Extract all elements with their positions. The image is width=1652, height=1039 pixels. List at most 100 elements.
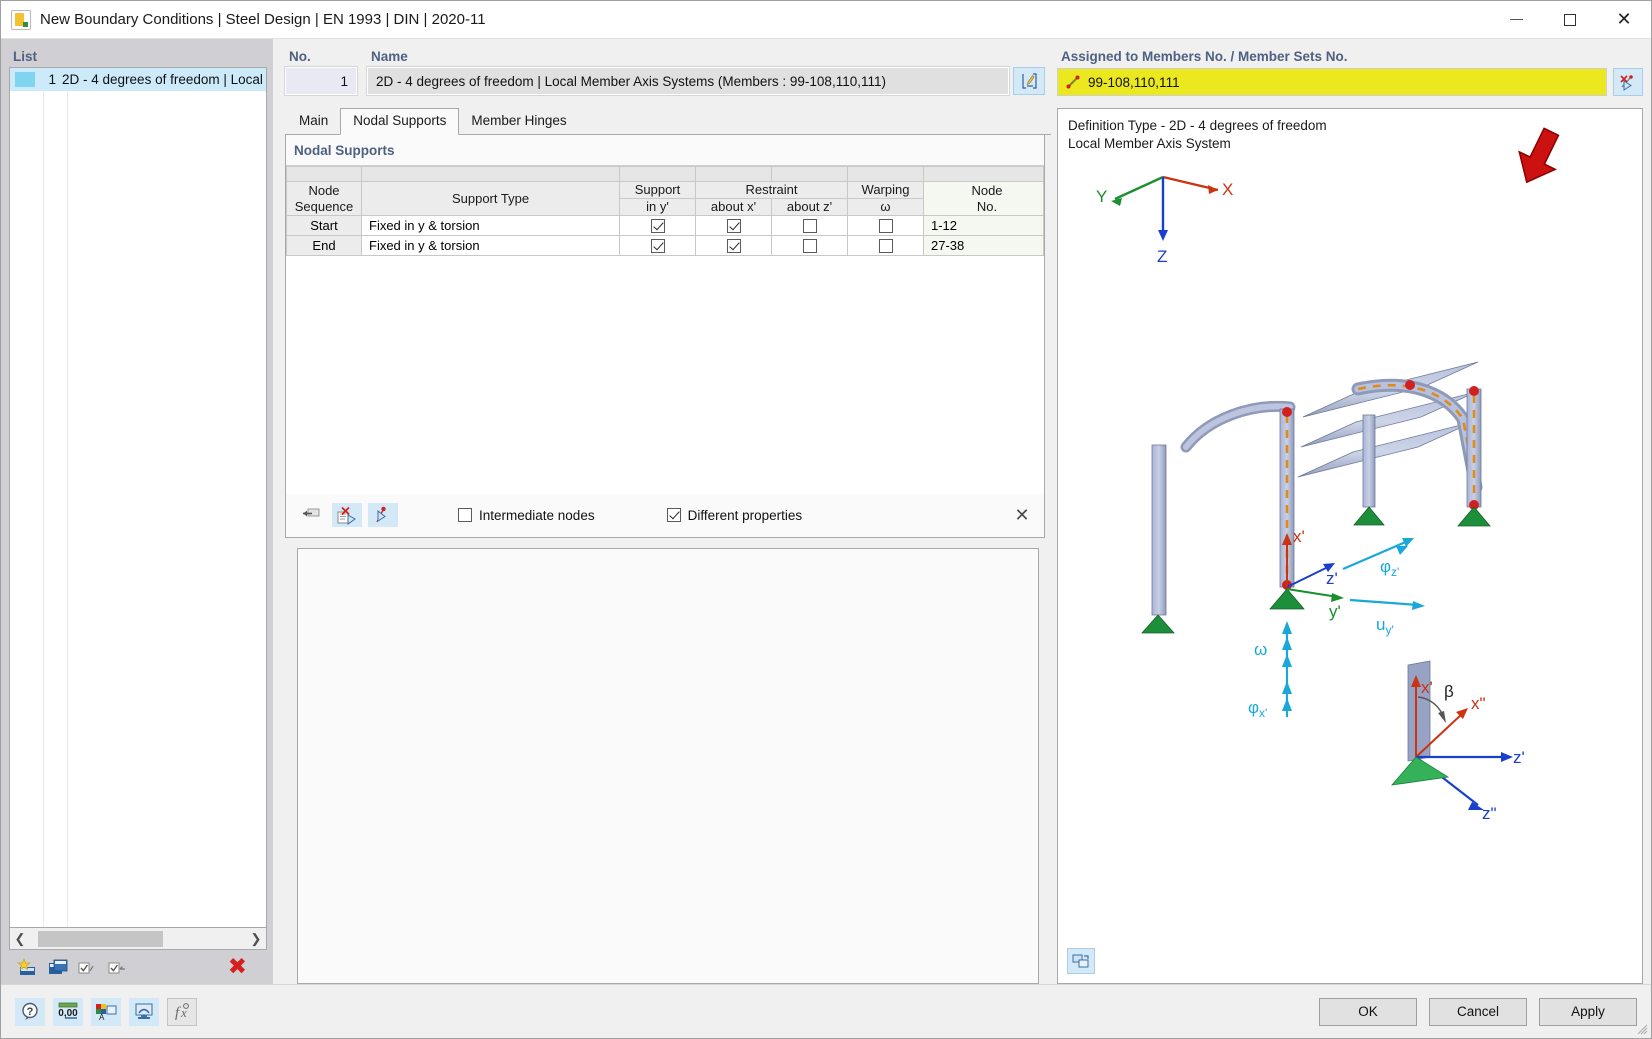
detail-label-beta: β bbox=[1444, 682, 1454, 701]
member-icon bbox=[1066, 75, 1080, 89]
new-item-icon bbox=[17, 957, 35, 975]
list-horizontal-scrollbar[interactable]: ❮ ❯ bbox=[9, 928, 267, 950]
copy-item-button[interactable] bbox=[45, 956, 71, 980]
apply-button[interactable]: Apply bbox=[1539, 997, 1637, 1026]
checkbox-restraint-about-x[interactable] bbox=[726, 239, 741, 254]
tab-member-hinges[interactable]: Member Hinges bbox=[458, 108, 579, 134]
import-row-button[interactable] bbox=[296, 503, 326, 527]
title-bar: New Boundary Conditions | Steel Design |… bbox=[1, 1, 1651, 39]
checkbox-warping[interactable] bbox=[878, 239, 893, 254]
cell-node-no[interactable]: 1-12 bbox=[923, 215, 1044, 236]
intermediate-nodes-checkbox[interactable]: Intermediate nodes bbox=[458, 508, 595, 523]
name-input[interactable]: 2D - 4 degrees of freedom | Local Member… bbox=[366, 66, 1010, 96]
footer-icon-bar: ? 0,00 A f x bbox=[15, 997, 197, 1026]
assignment-and-preview-panel: Assigned to Members No. / Member Sets No… bbox=[1051, 39, 1651, 984]
checkbox-support-in-y[interactable] bbox=[650, 239, 665, 254]
tab-main[interactable]: Main bbox=[286, 108, 341, 134]
table-row[interactable]: End Fixed in y & torsion 27-38 bbox=[286, 235, 1044, 256]
definition-type-line1: Definition Type - 2D - 4 degrees of free… bbox=[1068, 118, 1327, 133]
decimal-places-button[interactable]: 0,00 bbox=[53, 997, 83, 1026]
cell-warping[interactable] bbox=[847, 235, 924, 256]
cell-node-no[interactable]: 27-38 bbox=[923, 235, 1044, 256]
delete-assignment-button[interactable] bbox=[1613, 68, 1643, 96]
detail-label-x-double-prime: x" bbox=[1471, 694, 1486, 713]
cancel-button[interactable]: Cancel bbox=[1429, 997, 1527, 1026]
nodal-supports-table: Node Sequence Support Type Support Restr… bbox=[286, 166, 1044, 256]
svg-text:?: ? bbox=[27, 1006, 34, 1018]
delete-row-icon bbox=[337, 506, 356, 525]
dof-label-phi-x: φx' bbox=[1248, 698, 1267, 720]
scroll-left-icon[interactable]: ❮ bbox=[10, 929, 30, 949]
help-icon: ? bbox=[22, 1002, 38, 1020]
display-properties-button[interactable]: A bbox=[91, 997, 121, 1026]
color-swatch bbox=[15, 72, 35, 87]
list-panel: List 1 2D - 4 degrees of freedom | Local… bbox=[1, 39, 273, 984]
uncheck-all-button[interactable] bbox=[105, 956, 131, 980]
ok-button[interactable]: OK bbox=[1319, 997, 1417, 1026]
header-node-no-line2: No. bbox=[976, 198, 998, 214]
delete-item-button[interactable]: ✖ bbox=[228, 956, 247, 979]
svg-text:A: A bbox=[99, 1013, 105, 1021]
cell-support-type[interactable]: Fixed in y & torsion bbox=[361, 215, 620, 236]
boundary-conditions-list[interactable]: 1 2D - 4 degrees of freedom | Local Mer bbox=[9, 67, 267, 928]
graphic-print-button[interactable] bbox=[129, 997, 159, 1026]
cell-support-in-y[interactable] bbox=[619, 215, 696, 236]
cell-warping[interactable] bbox=[847, 215, 924, 236]
dialog-footer: ? 0,00 A f x OK Cancel Apply bbox=[1, 984, 1651, 1038]
display-properties-icon: A bbox=[96, 1004, 117, 1021]
check-all-button[interactable] bbox=[75, 956, 101, 980]
close-icon: ✕ bbox=[1616, 8, 1632, 30]
different-properties-checkbox[interactable]: Different properties bbox=[666, 508, 802, 523]
cell-support-in-y[interactable] bbox=[619, 235, 696, 256]
checkbox-support-in-y[interactable] bbox=[650, 219, 665, 234]
list-empty-area[interactable] bbox=[10, 91, 266, 927]
check-all-icon bbox=[78, 962, 94, 973]
new-item-button[interactable] bbox=[15, 956, 41, 980]
header-restraint-about-x: about x' bbox=[695, 198, 772, 216]
app-icon bbox=[11, 9, 31, 30]
scroll-right-icon[interactable]: ❯ bbox=[246, 929, 266, 949]
close-button[interactable]: ✕ bbox=[1597, 1, 1651, 39]
decimal-places-icon: 0,00 bbox=[58, 1002, 78, 1019]
edit-name-button[interactable] bbox=[1013, 67, 1045, 95]
table-header-row-1: Node Sequence Support Type Support Restr… bbox=[286, 181, 1044, 216]
table-empty-area[interactable] bbox=[286, 256, 1044, 494]
tab-content-nodal-supports: Nodal Supports Node Sequence Support Typ… bbox=[285, 135, 1045, 984]
delete-assignment-icon bbox=[1620, 74, 1633, 91]
assigned-members-input[interactable]: 99-108,110,111 bbox=[1057, 68, 1607, 96]
cell-restraint-about-x[interactable] bbox=[695, 235, 772, 256]
checkbox-different-properties[interactable] bbox=[666, 508, 681, 522]
formula-button[interactable]: f x bbox=[167, 997, 197, 1026]
scroll-thumb[interactable] bbox=[38, 930, 163, 947]
cell-restraint-about-z[interactable] bbox=[771, 235, 848, 256]
minimize-button[interactable] bbox=[1489, 1, 1543, 39]
axis-label-Z: Z bbox=[1157, 247, 1167, 266]
checkbox-restraint-about-z[interactable] bbox=[802, 219, 817, 234]
table-row[interactable]: Start Fixed in y & torsion 1-12 bbox=[286, 215, 1044, 236]
number-field-group: No. 1 bbox=[284, 45, 358, 96]
tab-nodal-supports[interactable]: Nodal Supports bbox=[340, 108, 460, 135]
checkbox-intermediate-nodes[interactable] bbox=[458, 508, 472, 522]
dof-annotation-cluster: x' z' y' φz' uy' ω φx' bbox=[1248, 527, 1425, 720]
delete-row-button[interactable] bbox=[332, 503, 362, 527]
resize-grip[interactable] bbox=[1636, 1023, 1648, 1035]
scroll-track[interactable] bbox=[30, 929, 246, 949]
window-controls: ✕ bbox=[1489, 1, 1651, 39]
preview-viewport[interactable]: Definition Type - 2D - 4 degrees of free… bbox=[1057, 108, 1643, 984]
no-label: No. bbox=[289, 49, 311, 64]
maximize-button[interactable] bbox=[1543, 1, 1597, 39]
checkbox-restraint-about-x[interactable] bbox=[726, 219, 741, 234]
cell-support-type[interactable]: Fixed in y & torsion bbox=[361, 235, 620, 256]
pick-in-graphic-button[interactable] bbox=[368, 503, 398, 527]
no-input[interactable]: 1 bbox=[284, 66, 358, 96]
view-settings-button[interactable] bbox=[1067, 948, 1095, 974]
cell-restraint-about-z[interactable] bbox=[771, 215, 848, 236]
clear-table-button[interactable]: ✕ bbox=[1008, 502, 1036, 528]
dof-label-phi-z: φz' bbox=[1380, 557, 1399, 579]
header-warping-group: Warping bbox=[847, 181, 924, 199]
checkbox-warping[interactable] bbox=[878, 219, 893, 234]
help-button[interactable]: ? bbox=[15, 997, 45, 1026]
checkbox-restraint-about-z[interactable] bbox=[802, 239, 817, 254]
cell-restraint-about-x[interactable] bbox=[695, 215, 772, 236]
list-item[interactable]: 1 2D - 4 degrees of freedom | Local Mer bbox=[10, 68, 266, 91]
